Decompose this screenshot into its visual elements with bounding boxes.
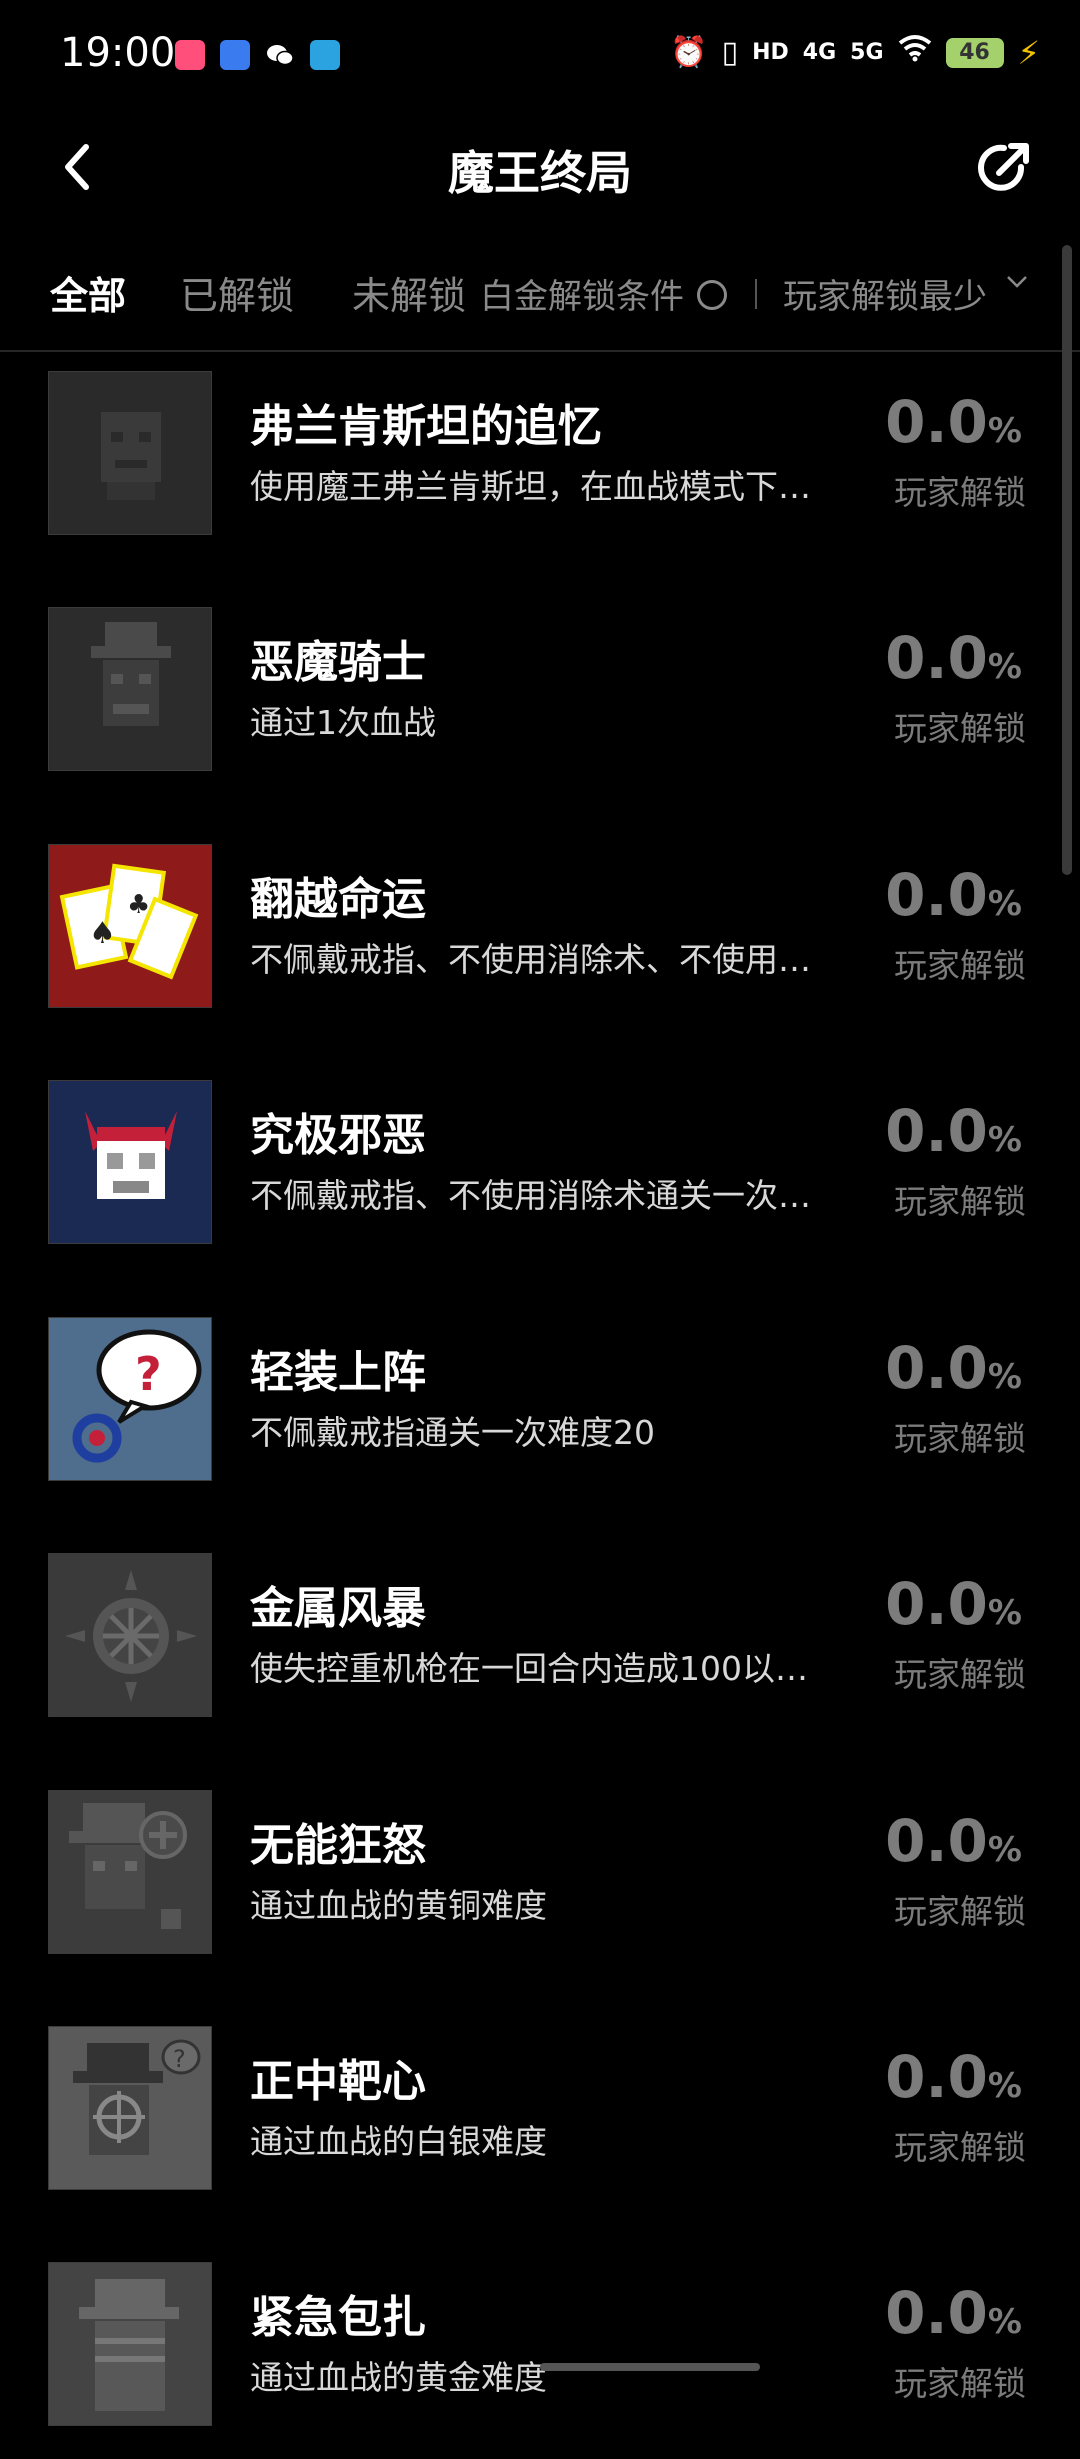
unlock-percentage: 0.0% xyxy=(885,1570,1022,1638)
unlock-label: 玩家解锁 xyxy=(894,709,1026,748)
vibrate-icon: ▯ xyxy=(721,35,739,70)
unlock-percentage: 0.0% xyxy=(885,624,1022,692)
list-item[interactable]: ♠ ♣ 翻越命运 不佩戴戒指、不使用消除术、不使用… 0.0% 玩家解锁 xyxy=(0,841,1080,1041)
achievement-icon xyxy=(48,1790,212,1954)
list-item[interactable]: 无能狂怒 通过血战的黄铜难度 0.0% 玩家解锁 xyxy=(0,1787,1080,1987)
unlock-percentage: 0.0% xyxy=(885,1334,1022,1402)
platinum-condition-toggle[interactable]: 白金解锁条件 xyxy=(480,269,684,318)
unlock-label: 玩家解锁 xyxy=(894,1182,1026,1221)
unlock-percentage: 0.0% xyxy=(885,2043,1022,2111)
home-indicator[interactable] xyxy=(540,2363,760,2371)
svg-text:?: ? xyxy=(135,1347,162,1401)
status-indicators: ⏰ ▯ HD 4G 5G 46 ⚡ xyxy=(670,33,1040,73)
achievement-name: 轻装上阵 xyxy=(250,1347,426,1398)
tabs-divider xyxy=(755,279,757,309)
achievement-icon xyxy=(48,1080,212,1244)
achievement-name: 究极邪恶 xyxy=(250,1110,426,1161)
baidu-notification-icon xyxy=(220,40,250,70)
achievement-icon: ? xyxy=(48,1317,212,1481)
achievement-name: 恶魔骑士 xyxy=(250,637,426,688)
achievement-name: 紧急包扎 xyxy=(250,2292,426,2343)
achievement-icon: ? xyxy=(48,2026,212,2190)
filter-tabs: 全部 已解锁 未解锁 白金解锁条件 玩家解锁最少 xyxy=(0,255,1080,335)
svg-text:?: ? xyxy=(173,2045,186,2073)
list-item[interactable]: ? 正中靶心 通过血战的白银难度 0.0% 玩家解锁 xyxy=(0,2023,1080,2223)
achievement-icon xyxy=(48,2262,212,2426)
unlock-percentage: 0.0% xyxy=(885,388,1022,456)
achievement-name: 无能狂怒 xyxy=(250,1820,426,1871)
sort-dropdown[interactable]: 玩家解锁最少 xyxy=(783,269,987,318)
share-button[interactable] xyxy=(973,137,1035,199)
achievement-description: 使用魔王弗兰肯斯坦，在血战模式下… xyxy=(250,467,811,506)
tab-locked[interactable]: 未解锁 xyxy=(352,265,466,320)
unlock-label: 玩家解锁 xyxy=(894,1419,1026,1458)
achievement-description: 不佩戴戒指、不使用消除术通关一次… xyxy=(250,1176,811,1215)
chevron-down-icon[interactable] xyxy=(1005,269,1029,293)
list-item[interactable]: 金属风暴 使失控重机枪在一回合内造成100以… 0.0% 玩家解锁 xyxy=(0,1550,1080,1750)
achievement-description: 通过1次血战 xyxy=(250,703,436,742)
tabs-separator xyxy=(0,350,1080,352)
svg-text:♣: ♣ xyxy=(127,890,150,920)
unlock-label: 玩家解锁 xyxy=(894,1892,1026,1931)
unlock-label: 玩家解锁 xyxy=(894,473,1026,512)
tab-all[interactable]: 全部 xyxy=(50,265,126,320)
page-title: 魔王终局 xyxy=(448,146,632,200)
list-item[interactable]: 究极邪恶 不佩戴戒指、不使用消除术通关一次… 0.0% 玩家解锁 xyxy=(0,1077,1080,1277)
achievement-description: 使失控重机枪在一回合内造成100以… xyxy=(250,1649,808,1688)
unlock-label: 玩家解锁 xyxy=(894,2128,1026,2167)
unlock-percentage: 0.0% xyxy=(885,2279,1022,2347)
status-time: 19:00 xyxy=(60,30,176,76)
unlock-label: 玩家解锁 xyxy=(894,946,1026,985)
hd-indicator: HD xyxy=(752,40,789,65)
alarm-icon: ⏰ xyxy=(670,35,708,70)
charging-icon: ⚡ xyxy=(1017,34,1040,72)
app-notification-icon xyxy=(175,40,205,70)
achievement-description: 不佩戴戒指通关一次难度20 xyxy=(250,1413,655,1452)
achievement-description: 通过血战的黄铜难度 xyxy=(250,1886,547,1925)
list-item[interactable]: 恶魔骑士 通过1次血战 0.0% 玩家解锁 xyxy=(0,604,1080,804)
unlock-label: 玩家解锁 xyxy=(894,1655,1026,1694)
status-bar: 19:00 ⏰ ▯ HD 4G 5G 46 ⚡ xyxy=(0,0,1080,115)
wifi-icon xyxy=(898,33,932,73)
achievement-icon: ♠ ♣ xyxy=(48,844,212,1008)
achievement-description: 通过血战的白银难度 xyxy=(250,2122,547,2161)
achievement-icon xyxy=(48,607,212,771)
achievement-icon xyxy=(48,371,212,535)
network-5g-indicator: 5G xyxy=(850,40,884,65)
tab-unlocked[interactable]: 已解锁 xyxy=(180,265,294,320)
scrollbar[interactable] xyxy=(1062,245,1072,875)
top-bar: 魔王终局 xyxy=(0,115,1080,220)
unlock-label: 玩家解锁 xyxy=(894,2364,1026,2403)
telegram-notification-icon xyxy=(310,40,340,70)
svg-text:♠: ♠ xyxy=(89,916,116,951)
unlock-percentage: 0.0% xyxy=(885,861,1022,929)
achievement-name: 金属风暴 xyxy=(250,1583,426,1634)
list-item[interactable]: 弗兰肯斯坦的追忆 使用魔王弗兰肯斯坦，在血战模式下… 0.0% 玩家解锁 xyxy=(0,368,1080,568)
list-item[interactable]: ? 轻装上阵 不佩戴戒指通关一次难度20 0.0% 玩家解锁 xyxy=(0,1314,1080,1514)
battery-level: 46 xyxy=(945,38,1004,68)
achievement-description: 不佩戴戒指、不使用消除术、不使用… xyxy=(250,940,811,979)
achievement-icon xyxy=(48,1553,212,1717)
radio-circle-icon[interactable] xyxy=(697,280,727,310)
achievement-name: 正中靶心 xyxy=(250,2056,426,2107)
list-item[interactable]: 紧急包扎 通过血战的黄金难度 0.0% 玩家解锁 xyxy=(0,2259,1080,2459)
unlock-percentage: 0.0% xyxy=(885,1807,1022,1875)
wechat-notification-icon xyxy=(265,40,295,70)
network-4g-indicator: 4G xyxy=(802,40,837,65)
share-icon xyxy=(978,143,1029,191)
achievement-name: 弗兰肯斯坦的追忆 xyxy=(250,401,602,452)
achievement-description: 通过血战的黄金难度 xyxy=(250,2358,547,2397)
achievement-name: 翻越命运 xyxy=(250,874,426,925)
unlock-percentage: 0.0% xyxy=(885,1097,1022,1165)
